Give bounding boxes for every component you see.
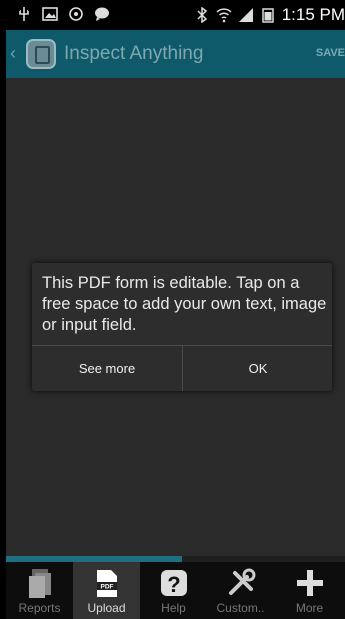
status-bar: 1:15 PM	[6, 0, 345, 30]
nav-label-reports: Reports	[18, 601, 61, 615]
back-chevron-icon[interactable]: ‹	[10, 43, 16, 64]
battery-icon	[261, 8, 274, 23]
ok-button[interactable]: OK	[183, 346, 333, 391]
phone-screen: 1:15 PM ‹ Inspect Anything SAVE This PDF…	[6, 0, 345, 619]
dialog-message: This PDF form is editable. Tap on a free…	[42, 274, 327, 334]
tools-icon	[228, 568, 255, 595]
nav-item-help[interactable]: ? Help	[140, 562, 207, 619]
bottom-nav: Reports PDF Upload ? Help Custom.. More	[6, 562, 345, 619]
svg-text:?: ?	[167, 572, 180, 597]
nav-label-customize: Custom..	[216, 601, 265, 615]
bluetooth-icon	[197, 7, 207, 23]
see-more-button[interactable]: See more	[32, 346, 182, 391]
wifi-icon	[216, 8, 232, 23]
nav-item-reports[interactable]: Reports	[6, 562, 73, 619]
help-icon: ?	[160, 570, 187, 597]
message-icon	[95, 7, 109, 21]
plus-icon	[296, 570, 323, 596]
app-logo-icon[interactable]	[26, 39, 56, 69]
signal-icon	[238, 8, 253, 22]
image-icon	[42, 7, 58, 21]
usb-icon	[19, 7, 29, 21]
app-bar: ‹ Inspect Anything SAVE	[6, 30, 345, 78]
svg-text:PDF: PDF	[100, 584, 113, 591]
nav-label-more: More	[295, 601, 324, 615]
app-title: Inspect Anything	[64, 43, 204, 64]
nav-label-upload: Upload	[87, 601, 126, 615]
nav-label-help: Help	[161, 601, 186, 615]
recycle-icon	[69, 7, 83, 21]
clock: 1:15 PM	[281, 5, 345, 24]
nav-item-customize[interactable]: Custom..	[207, 562, 274, 619]
nav-item-more[interactable]: More	[274, 562, 345, 619]
editable-form-dialog: This PDF form is editable. Tap on a free…	[32, 263, 332, 391]
reports-icon	[28, 569, 51, 598]
pdf-upload-icon: PDF	[96, 570, 117, 597]
save-button[interactable]: SAVE	[316, 47, 345, 59]
nav-item-upload[interactable]: PDF Upload	[73, 562, 140, 619]
